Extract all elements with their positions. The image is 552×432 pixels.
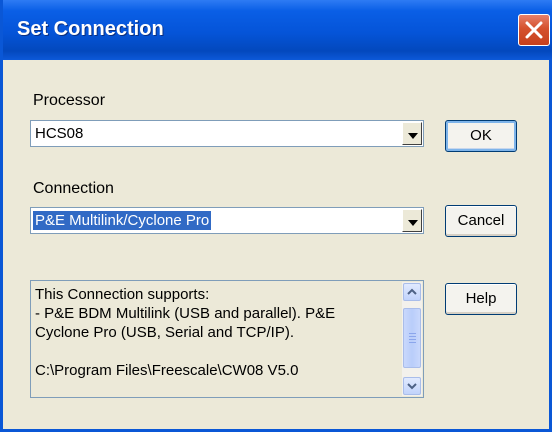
description-text: This Connection supports: - P&E BDM Mult… [35, 285, 395, 380]
ok-button[interactable]: OK [445, 120, 517, 152]
scroll-thumb[interactable] [403, 308, 421, 368]
scroll-down-button[interactable] [403, 377, 421, 395]
cancel-button[interactable]: Cancel [445, 205, 517, 237]
description-path: C:\Program Files\Freescale\CW08 V5.0 [35, 362, 299, 379]
connection-dropdown-button[interactable] [402, 209, 422, 232]
description-blank-line [35, 342, 395, 361]
vertical-scrollbar[interactable] [402, 282, 422, 396]
window-title: Set Connection [17, 18, 164, 40]
processor-value: HCS08 [35, 125, 84, 142]
description-line: This Connection supports: [35, 286, 210, 303]
connection-combobox[interactable]: P&E Multilink/Cyclone Pro [30, 207, 424, 234]
scroll-down-icon [407, 383, 417, 390]
processor-label: Processor [33, 92, 106, 109]
processor-dropdown-button[interactable] [402, 122, 422, 145]
close-button[interactable] [518, 14, 550, 46]
processor-combobox[interactable]: HCS08 [30, 120, 424, 147]
title-bar[interactable]: Set Connection [3, 0, 552, 60]
dialog-window: Set Connection Processor HCS08 Connectio… [0, 0, 552, 432]
description-line: - P&E BDM Multilink (USB and parallel). … [35, 305, 336, 322]
close-icon [525, 21, 543, 39]
connection-description-textarea[interactable]: This Connection supports: - P&E BDM Mult… [30, 280, 424, 398]
connection-value: P&E Multilink/Cyclone Pro [33, 211, 212, 230]
description-line: Cyclone Pro (USB, Serial and TCP/IP). [35, 324, 294, 341]
connection-label: Connection [33, 180, 114, 197]
scroll-up-button[interactable] [403, 283, 421, 301]
help-button[interactable]: Help [445, 283, 517, 315]
scroll-up-icon [407, 288, 417, 295]
